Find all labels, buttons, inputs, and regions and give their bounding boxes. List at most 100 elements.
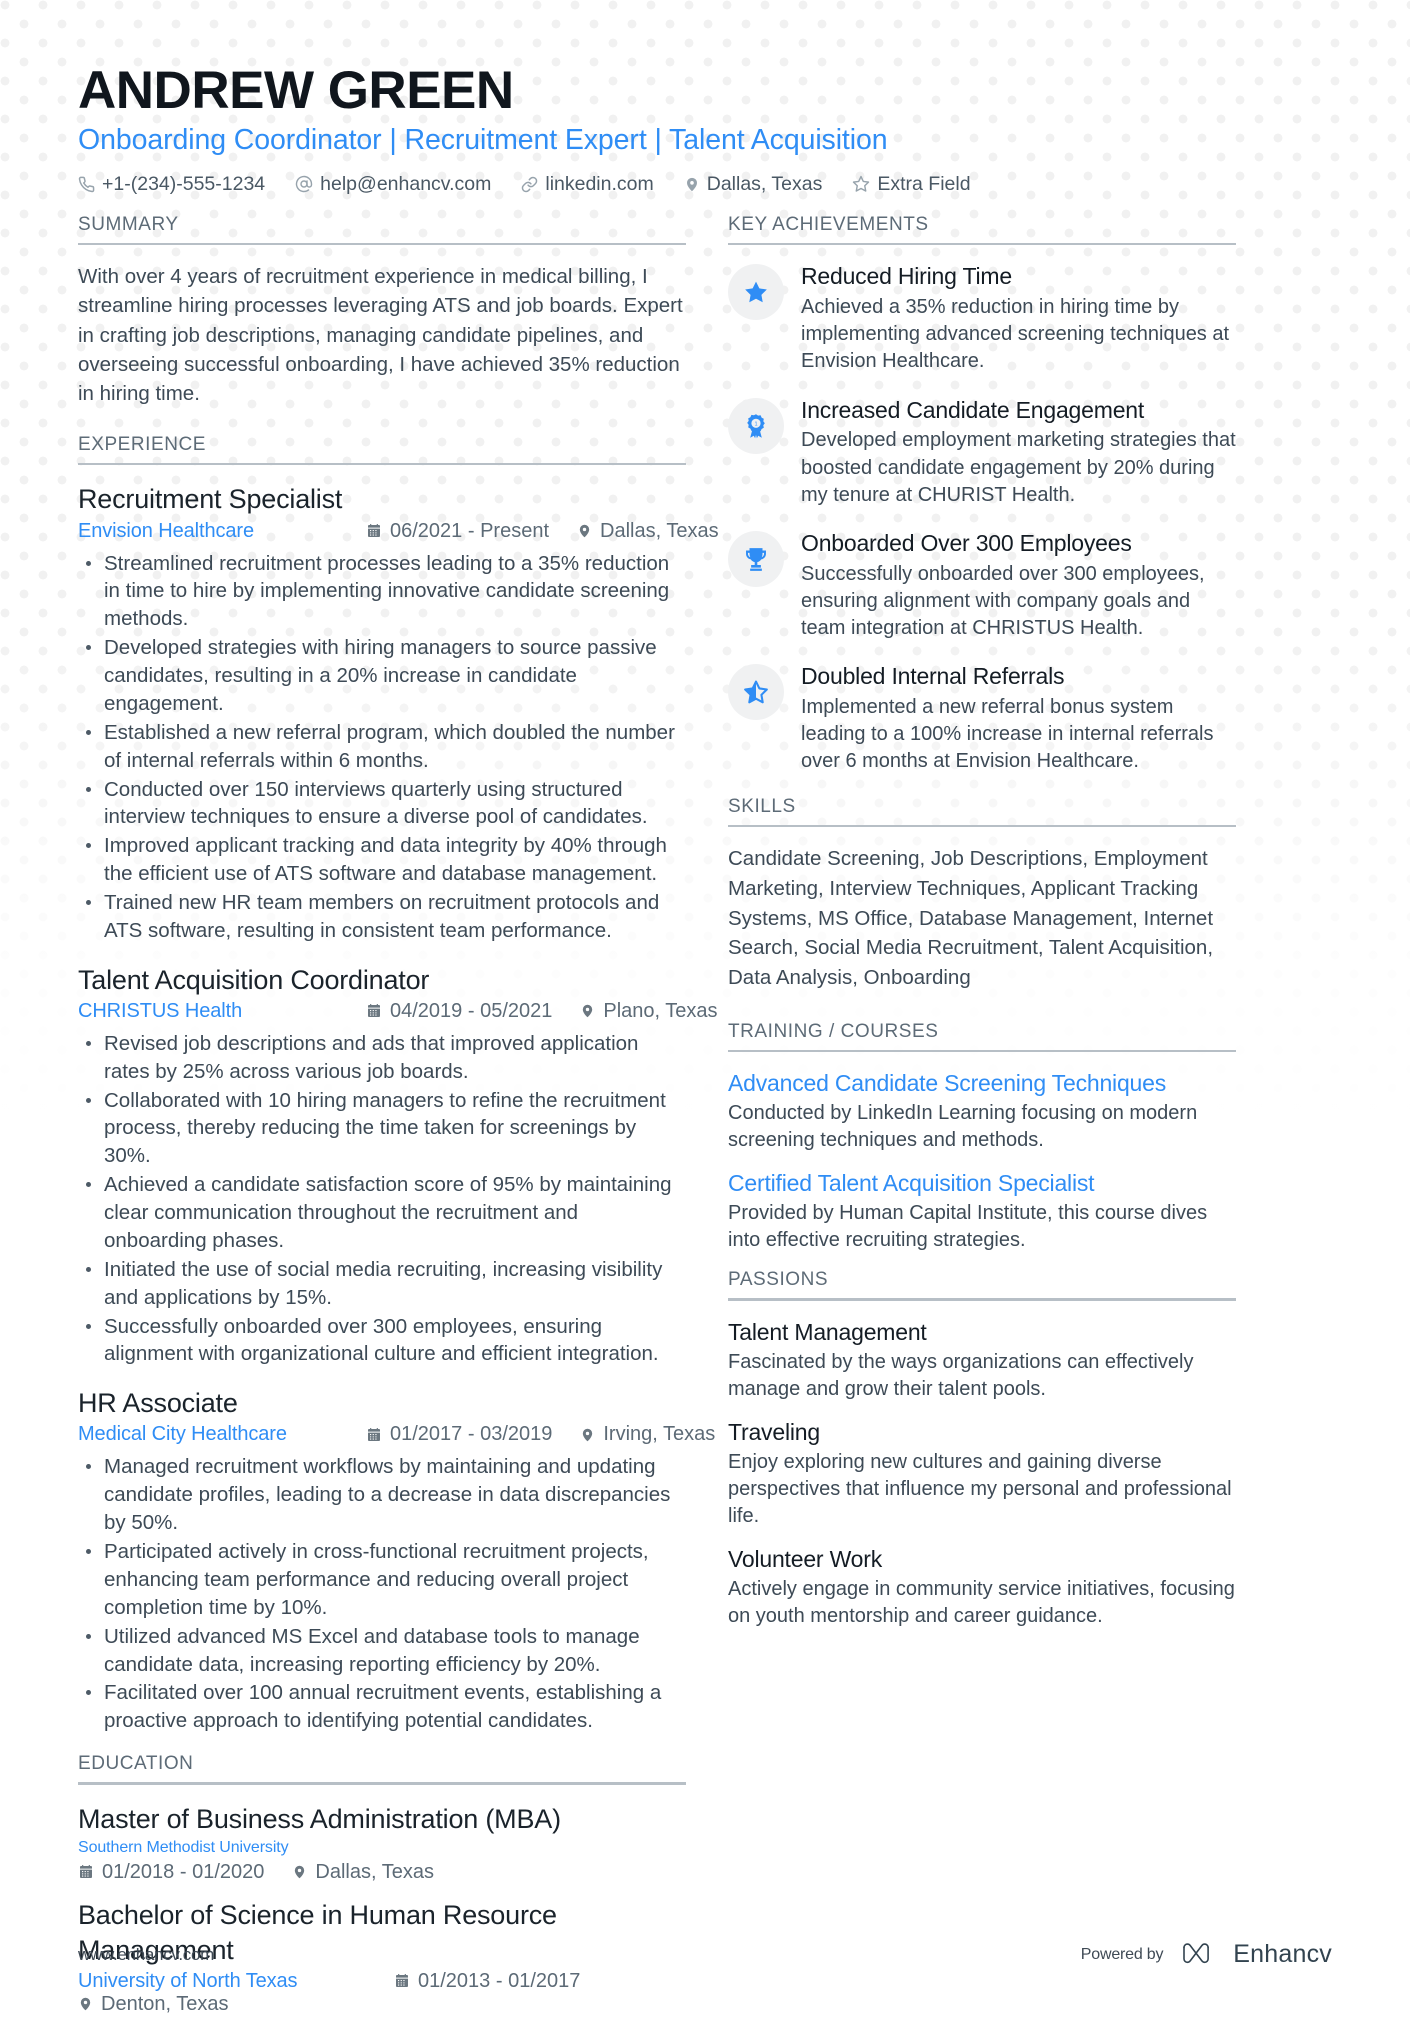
calendar-icon bbox=[366, 1427, 382, 1443]
job-bullet: Participated actively in cross-functiona… bbox=[78, 1538, 686, 1622]
contact-linkedin-label: linkedin.com bbox=[545, 172, 654, 195]
job-meta: CHRISTUS Health 04/2019 - 05/2021 Plano,… bbox=[78, 1000, 718, 1023]
at-sign-icon bbox=[295, 175, 313, 193]
achievement-desc: Developed employment marketing strategie… bbox=[801, 429, 1236, 506]
section-summary: SUMMARY With over 4 years of recruitment… bbox=[78, 214, 686, 408]
job-location-label: Plano, Texas bbox=[603, 999, 718, 1022]
enhancv-brand-name: Enhancv bbox=[1233, 1940, 1332, 1969]
footer-website-url[interactable]: www.enhancv.com bbox=[78, 1945, 214, 1965]
job-dates: 04/2019 - 05/2021 bbox=[366, 1000, 552, 1023]
job-location-label: Dallas, Texas bbox=[600, 519, 719, 542]
candidate-headline: Onboarding Coordinator | Recruitment Exp… bbox=[78, 124, 888, 157]
job-dates-label: 06/2021 - Present bbox=[390, 519, 549, 542]
contact-linkedin[interactable]: linkedin.com bbox=[521, 172, 654, 196]
course-title[interactable]: Certified Talent Acquisition Specialist bbox=[728, 1169, 1236, 1198]
enhancv-brand[interactable]: Enhancv bbox=[1181, 1940, 1332, 1969]
job-bullet: Conducted over 150 interviews quarterly … bbox=[78, 776, 686, 832]
experience-item: HR Associate Medical City Healthcare 01/… bbox=[78, 1386, 715, 1735]
education-school[interactable]: Southern Methodist University bbox=[78, 1839, 686, 1857]
section-title-key-achievements: KEY ACHIEVEMENTS bbox=[728, 213, 929, 235]
left-column: SUMMARY With over 4 years of recruitment… bbox=[78, 214, 719, 2030]
course-item: Certified Talent Acquisition Specialist … bbox=[728, 1169, 1236, 1254]
job-bullet: Successfully onboarded over 300 employee… bbox=[78, 1313, 686, 1369]
achievement-title: Doubled Internal Referrals bbox=[801, 663, 1065, 690]
achievement-desc: Successfully onboarded over 300 employee… bbox=[801, 562, 1205, 640]
course-title[interactable]: Advanced Candidate Screening Techniques bbox=[728, 1069, 1236, 1098]
job-bullet: Managed recruitment workflows by maintai… bbox=[78, 1453, 686, 1537]
section-training-courses: TRAINING / COURSES Advanced Candidate Sc… bbox=[728, 1021, 1236, 1255]
star-filled-icon bbox=[743, 279, 769, 305]
job-bullet: Trained new HR team members on recruitme… bbox=[78, 889, 686, 945]
section-title-training-courses: TRAINING / COURSES bbox=[728, 1020, 939, 1042]
contact-location[interactable]: Dallas, Texas bbox=[684, 172, 823, 196]
achievement-desc: Achieved a 35% reduction in hiring time … bbox=[801, 296, 1230, 373]
job-location: Plano, Texas bbox=[580, 999, 718, 1023]
course-item: Advanced Candidate Screening Techniques … bbox=[728, 1069, 1236, 1154]
achievement-body: Increased Candidate Engagement Developed… bbox=[801, 396, 1236, 509]
map-pin-icon bbox=[580, 1426, 595, 1444]
resume-body: SUMMARY With over 4 years of recruitment… bbox=[78, 214, 1332, 2030]
star-outline-icon bbox=[852, 175, 870, 193]
candidate-name: ANDREW GREEN bbox=[78, 61, 514, 120]
job-bullets: Streamlined recruitment processes leadin… bbox=[78, 550, 686, 945]
job-meta: Medical City Healthcare 01/2017 - 03/201… bbox=[78, 1423, 715, 1446]
page-footer: www.enhancv.com Powered by Enhancv bbox=[0, 1880, 1410, 2030]
passion-item: Talent Management Fascinated by the ways… bbox=[728, 1318, 1236, 1403]
education-item: Master of Business Administration (MBA) … bbox=[78, 1802, 686, 1884]
section-key-achievements: KEY ACHIEVEMENTS Reduced Hiring Time Ach… bbox=[728, 214, 1236, 776]
section-rule bbox=[78, 242, 686, 246]
job-bullet: Established a new referral program, whic… bbox=[78, 719, 686, 775]
job-bullets: Revised job descriptions and ads that im… bbox=[78, 1030, 686, 1369]
contact-extra-field[interactable]: Extra Field bbox=[852, 172, 971, 196]
section-rule bbox=[728, 1298, 1236, 1301]
trophy-icon bbox=[743, 546, 769, 572]
achievement-desc: Implemented a new referral bonus system … bbox=[801, 696, 1214, 773]
section-rule bbox=[728, 242, 1236, 246]
passion-desc: Actively engage in community service ini… bbox=[728, 1578, 1235, 1628]
award-ribbon-icon: 1 bbox=[744, 413, 768, 439]
job-company[interactable]: CHRISTUS Health bbox=[78, 1000, 366, 1023]
section-rule bbox=[78, 462, 686, 466]
contact-phone[interactable]: +1-(234)-555-1234 bbox=[78, 173, 265, 196]
job-bullet: Revised job descriptions and ads that im… bbox=[78, 1030, 686, 1086]
job-company[interactable]: Envision Healthcare bbox=[78, 520, 366, 543]
contact-location-label: Dallas, Texas bbox=[706, 172, 823, 195]
calendar-icon bbox=[366, 523, 382, 539]
achievement-title: Reduced Hiring Time bbox=[801, 263, 1012, 290]
passion-item: Volunteer Work Actively engage in commun… bbox=[728, 1545, 1236, 1630]
map-pin-icon bbox=[684, 175, 700, 194]
job-bullet: Facilitated over 100 annual recruitment … bbox=[78, 1679, 686, 1735]
contact-extra-field-label: Extra Field bbox=[877, 172, 971, 195]
section-rule bbox=[728, 824, 1236, 828]
powered-by-label: Powered by bbox=[1080, 1945, 1164, 1963]
job-title: HR Associate bbox=[78, 1388, 238, 1419]
achievement-icon-chip: 1 bbox=[728, 397, 784, 454]
section-title-summary: SUMMARY bbox=[78, 213, 179, 235]
achievement-body: Onboarded Over 300 Employees Successfull… bbox=[801, 529, 1236, 642]
achievement-title: Increased Candidate Engagement bbox=[801, 396, 1145, 423]
section-rule bbox=[728, 1049, 1236, 1053]
achievement-title: Onboarded Over 300 Employees bbox=[801, 529, 1132, 556]
job-title: Recruitment Specialist bbox=[78, 484, 343, 515]
job-meta: Envision Healthcare 06/2021 - Present Da… bbox=[78, 519, 719, 543]
summary-text: With over 4 years of recruitment experie… bbox=[78, 265, 683, 405]
course-desc: Conducted by LinkedIn Learning focusing … bbox=[728, 1101, 1198, 1152]
map-pin-icon bbox=[292, 1863, 307, 1881]
achievement-body: Reduced Hiring Time Achieved a 35% reduc… bbox=[801, 262, 1236, 375]
job-company[interactable]: Medical City Healthcare bbox=[78, 1423, 366, 1446]
contact-phone-label: +1-(234)-555-1234 bbox=[102, 172, 266, 195]
key-achievement-item: Reduced Hiring Time Achieved a 35% reduc… bbox=[728, 262, 1236, 375]
resume-header: ANDREW GREEN Onboarding Coordinator | Re… bbox=[78, 62, 1332, 206]
calendar-icon bbox=[78, 1864, 94, 1880]
link-icon bbox=[521, 176, 538, 193]
passion-title: Talent Management bbox=[728, 1318, 927, 1345]
passion-title: Volunteer Work bbox=[728, 1546, 883, 1573]
job-dates-label: 01/2017 - 03/2019 bbox=[390, 1423, 553, 1446]
resume-content: ANDREW GREEN Onboarding Coordinator | Re… bbox=[0, 0, 1410, 2030]
key-achievement-item: Doubled Internal Referrals Implemented a… bbox=[728, 662, 1236, 775]
experience-item: Talent Acquisition Coordinator CHRISTUS … bbox=[78, 963, 718, 1369]
contact-email[interactable]: help@enhancv.com bbox=[295, 173, 491, 196]
enhancv-logo-icon bbox=[1181, 1942, 1233, 1968]
section-skills: SKILLS Candidate Screening, Job Descript… bbox=[728, 796, 1236, 993]
job-bullet: Achieved a candidate satisfaction score … bbox=[78, 1171, 686, 1255]
